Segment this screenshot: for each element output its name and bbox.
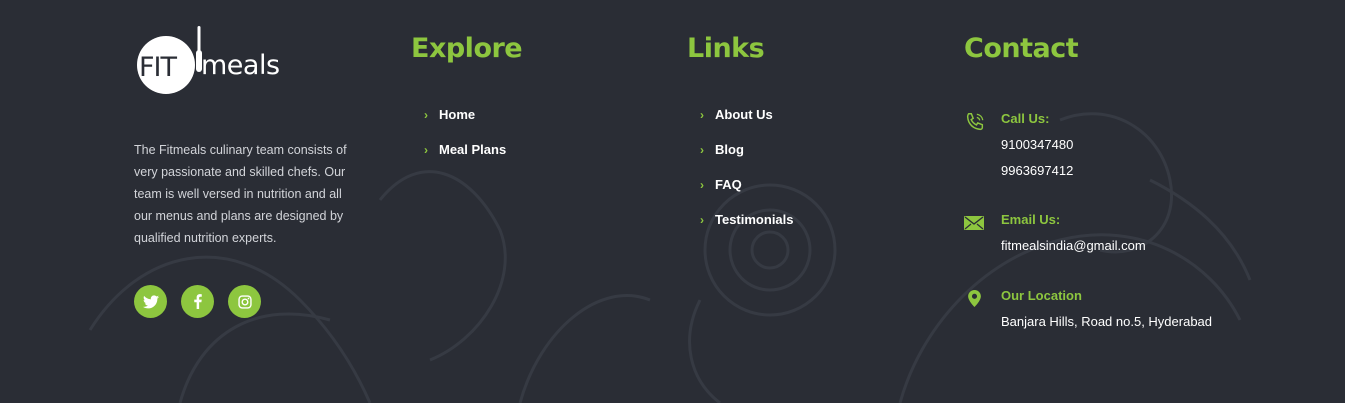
location-address: Banjara Hills, Road no.5, Hyderabad — [1001, 314, 1213, 329]
link-label: FAQ — [715, 177, 742, 192]
link-label: About Us — [715, 107, 773, 122]
link-label: Blog — [715, 142, 744, 157]
explore-link-meal-plans[interactable]: › Meal Plans — [424, 142, 506, 177]
explore-link-home[interactable]: › Home — [424, 107, 506, 142]
instagram-icon — [237, 294, 252, 309]
instagram-button[interactable] — [228, 285, 261, 318]
fitmeals-logo[interactable]: FIT meals — [134, 26, 349, 94]
email-us-title: Email Us: — [1001, 212, 1061, 227]
logo-text-meals: meals — [201, 50, 280, 81]
links-heading: Links — [687, 33, 765, 64]
contact-heading: Contact — [964, 33, 1079, 64]
links-menu: › About Us › Blog › FAQ › Testimonials — [700, 107, 794, 247]
about-description: The Fitmeals culinary team consists of v… — [134, 142, 347, 245]
location-pin-icon — [968, 290, 981, 307]
chevron-right-icon: › — [700, 143, 704, 157]
email-address[interactable]: fitmealsindia@gmail.com — [1001, 238, 1146, 253]
chevron-right-icon: › — [424, 108, 428, 122]
link-label: Testimonials — [715, 212, 794, 227]
chevron-right-icon: › — [424, 143, 428, 157]
links-link-blog[interactable]: › Blog — [700, 142, 794, 177]
twitter-button[interactable] — [134, 285, 167, 318]
facebook-icon — [193, 294, 202, 309]
link-label: Meal Plans — [439, 142, 507, 157]
social-links — [134, 285, 261, 318]
facebook-button[interactable] — [181, 285, 214, 318]
call-us-title: Call Us: — [1001, 111, 1050, 126]
phone-number[interactable]: 9100347480 — [1001, 137, 1073, 152]
envelope-icon — [964, 216, 984, 230]
links-link-about-us[interactable]: › About Us — [700, 107, 794, 142]
logo-text-fit: FIT — [139, 52, 177, 83]
footer-about: FIT meals The Fitmeals culinary team con… — [134, 26, 349, 318]
link-label: Home — [439, 107, 476, 122]
chevron-right-icon: › — [700, 213, 704, 227]
twitter-icon — [142, 294, 159, 308]
explore-heading: Explore — [411, 33, 523, 64]
phone-number[interactable]: 9963697412 — [1001, 163, 1073, 178]
explore-menu: › Home › Meal Plans — [424, 107, 506, 177]
links-link-faq[interactable]: › FAQ — [700, 177, 794, 212]
phone-icon — [966, 113, 984, 131]
chevron-right-icon: › — [700, 108, 704, 122]
location-title: Our Location — [1001, 288, 1082, 303]
chevron-right-icon: › — [700, 178, 704, 192]
links-link-testimonials[interactable]: › Testimonials — [700, 212, 794, 247]
